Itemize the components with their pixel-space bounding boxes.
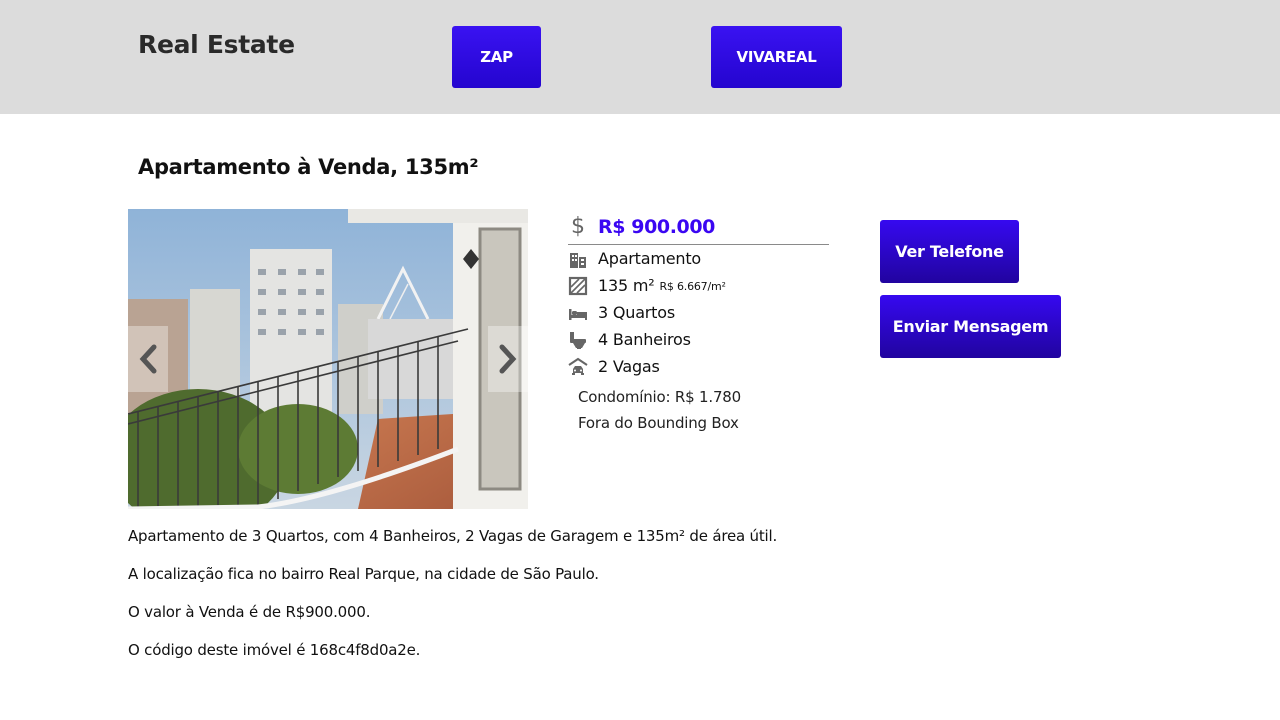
prev-photo-button[interactable] [128,326,168,392]
feature-bathrooms: 4 Banheiros [568,326,829,353]
feature-parking: 2 Vagas [568,353,829,380]
building-icon [568,249,598,269]
brand-logo[interactable]: Real Estate [138,30,295,59]
next-photo-button[interactable] [488,326,528,392]
vivareal-button[interactable]: VIVAREAL [711,26,842,88]
price-row: $ R$ 900.000 [568,209,829,245]
extra-info: Condomínio: R$ 1.780 Fora do Bounding Bo… [578,384,829,436]
photo-carousel[interactable] [128,209,528,509]
feature-area-label: 135 m² [598,276,655,295]
site-header: Real Estate ZAP VIVAREAL [0,0,1280,114]
listing-photo [128,209,528,509]
feature-bedrooms: 3 Quartos [568,299,829,326]
feature-parking-label: 2 Vagas [598,357,660,376]
description-line: O código deste imóvel é 168c4f8d0a2e. [128,641,421,659]
bed-icon [568,303,598,323]
description-line: A localização fica no bairro Real Parque… [128,565,599,583]
listing-title: Apartamento à Venda, 135m² [138,155,479,179]
feature-bathrooms-label: 4 Banheiros [598,330,691,349]
feature-bedrooms-label: 3 Quartos [598,303,675,322]
extra-note: Fora do Bounding Box [578,414,739,432]
bath-icon [568,330,598,350]
view-phone-button[interactable]: Ver Telefone [880,220,1019,283]
condominio-fee: Condomínio: R$ 1.780 [578,388,741,406]
chevron-left-icon [139,344,157,374]
send-message-button[interactable]: Enviar Mensagem [880,295,1061,358]
chevron-right-icon [499,344,517,374]
feature-area: 135 m² R$ 6.667/m² [568,272,829,299]
zap-button[interactable]: ZAP [452,26,541,88]
feature-type-label: Apartamento [598,249,701,268]
garage-icon [568,357,598,377]
listing-description: Apartamento de 3 Quartos, com 4 Banheiro… [128,526,1028,678]
listing-info: $ R$ 900.000 Apartamento 135 m² R$ 6.667… [568,209,829,436]
description-line: O valor à Venda é de R$900.000. [128,603,371,621]
dollar-icon: $ [571,214,585,239]
feature-type: Apartamento [568,245,829,272]
description-line: Apartamento de 3 Quartos, com 4 Banheiro… [128,527,778,545]
listing-price: R$ 900.000 [598,215,716,238]
area-price: R$ 6.667/m² [659,280,726,293]
area-icon [568,276,598,296]
